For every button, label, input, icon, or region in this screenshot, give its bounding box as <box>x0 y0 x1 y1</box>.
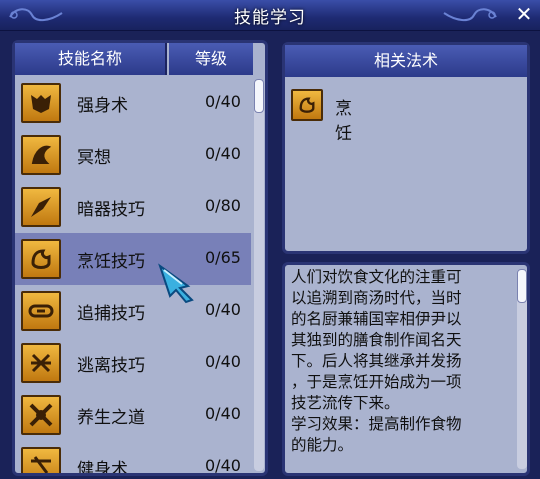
strength-icon <box>21 83 61 123</box>
related-spell-name: 烹饪 <box>335 99 352 144</box>
description-line: 技艺流传下来。 <box>291 394 400 412</box>
skill-learning-window: 技能学习 ✕ 技能名称 等级 强身术 0/40 冥想 0/40 暗器技巧 0/8… <box>0 0 540 479</box>
skill-level: 0/65 <box>205 248 241 267</box>
column-header-skill-name[interactable]: 技能名称 <box>15 43 167 75</box>
skill-level: 0/40 <box>205 404 241 423</box>
fitness-icon <box>21 447 61 473</box>
hidden-weapon-icon <box>21 187 61 227</box>
description-line: 学习效果：提高制作食物 <box>291 415 462 433</box>
skill-name: 强身术 <box>77 96 128 116</box>
skill-level: 0/80 <box>205 196 241 215</box>
skill-list-panel: 技能名称 等级 强身术 0/40 冥想 0/40 暗器技巧 0/80 烹饪技巧 … <box>12 40 268 476</box>
description-line: ，于是烹饪开始成为一项 <box>291 373 462 391</box>
skill-row[interactable]: 逃离技巧 0/40 <box>15 337 251 389</box>
related-spells-header: 相关法术 <box>285 45 527 77</box>
cooking-icon <box>291 89 323 121</box>
skill-name: 冥想 <box>77 148 111 168</box>
skill-row[interactable]: 养生之道 0/40 <box>15 389 251 441</box>
close-icon[interactable]: ✕ <box>514 4 534 24</box>
skill-list: 强身术 0/40 冥想 0/40 暗器技巧 0/80 烹饪技巧 0/65 追捕技… <box>15 77 251 473</box>
skill-name: 逃离技巧 <box>77 356 145 376</box>
skill-row[interactable]: 追捕技巧 0/40 <box>15 285 251 337</box>
skill-name: 追捕技巧 <box>77 304 145 324</box>
meditation-icon <box>21 135 61 175</box>
skill-description-panel: 人们对饮食文化的注重可 以追溯到商汤时代，当时 的名厨兼辅国宰相伊尹以 其独到的… <box>282 262 530 476</box>
description-line: 下。后人将其继承并发扬 <box>291 352 462 370</box>
skill-level: 0/40 <box>205 144 241 163</box>
skill-level: 0/40 <box>205 300 241 319</box>
cooking-icon <box>21 239 61 279</box>
scrollbar-thumb[interactable] <box>517 269 527 303</box>
skill-name: 养生之道 <box>77 408 145 428</box>
health-icon <box>21 395 61 435</box>
title-bar[interactable]: 技能学习 ✕ <box>0 0 540 31</box>
skill-row[interactable]: 健身术 0/40 <box>15 441 251 473</box>
skill-row[interactable]: 暗器技巧 0/80 <box>15 181 251 233</box>
skill-description: 人们对饮食文化的注重可 以追溯到商汤时代，当时 的名厨兼辅国宰相伊尹以 其独到的… <box>291 267 511 456</box>
description-line: 以追溯到商汤时代，当时 <box>291 289 462 307</box>
skill-level: 0/40 <box>205 352 241 371</box>
pursuit-icon <box>21 291 61 331</box>
escape-icon <box>21 343 61 383</box>
skill-row[interactable]: 强身术 0/40 <box>15 77 251 129</box>
description-scrollbar[interactable] <box>517 269 527 469</box>
description-line: 人们对饮食文化的注重可 <box>291 268 462 286</box>
scrollbar-thumb[interactable] <box>254 79 264 113</box>
description-line: 的名厨兼辅国宰相伊尹以 <box>291 310 462 328</box>
related-spells-panel: 相关法术 烹饪 <box>282 42 530 254</box>
ornament-swirl-icon <box>443 8 497 21</box>
mouse-cursor-icon <box>158 263 194 304</box>
skill-row-selected[interactable]: 烹饪技巧 0/65 <box>15 233 251 285</box>
skill-row[interactable]: 冥想 0/40 <box>15 129 251 181</box>
skill-list-scrollbar[interactable] <box>254 79 264 471</box>
skill-name: 暗器技巧 <box>77 200 145 220</box>
description-line: 其独到的膳食制作闻名天 <box>291 331 462 349</box>
column-header-level[interactable]: 等级 <box>169 43 253 75</box>
skill-level: 0/40 <box>205 92 241 111</box>
description-line: 的能力。 <box>291 436 354 454</box>
skill-name: 健身术 <box>77 460 128 473</box>
skill-level: 0/40 <box>205 456 241 473</box>
skill-name: 烹饪技巧 <box>77 252 145 272</box>
